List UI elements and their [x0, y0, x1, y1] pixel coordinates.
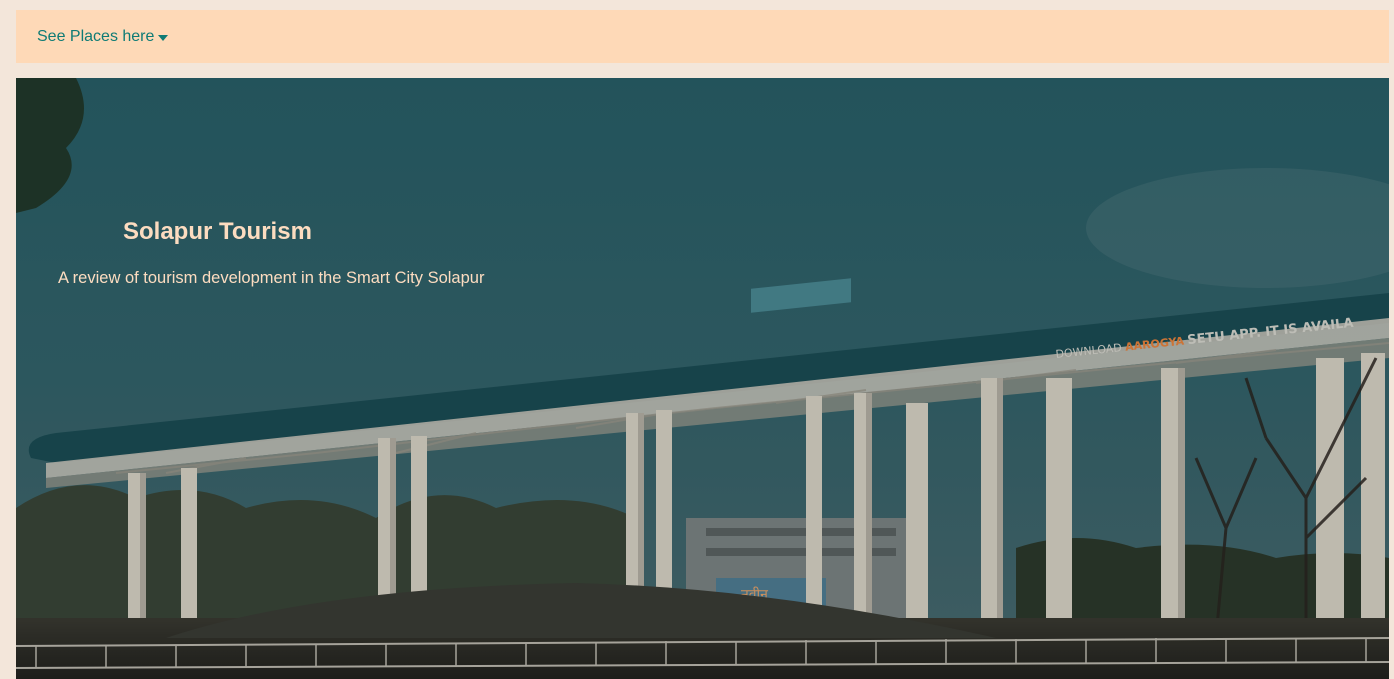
hero-title: Solapur Tourism	[123, 218, 312, 245]
see-places-dropdown[interactable]: See Places here	[37, 27, 169, 46]
hero-subtitle: A review of tourism development in the S…	[58, 269, 485, 287]
top-navbar: See Places here	[16, 10, 1389, 63]
hero-banner: नवीन DOWNLOAD AAROGYA SETU APP. IT IS AV…	[16, 78, 1389, 679]
caret-down-icon	[158, 34, 169, 41]
see-places-label: See Places here	[37, 27, 155, 45]
hero-background-image: नवीन DOWNLOAD AAROGYA SETU APP. IT IS AV…	[16, 78, 1389, 679]
